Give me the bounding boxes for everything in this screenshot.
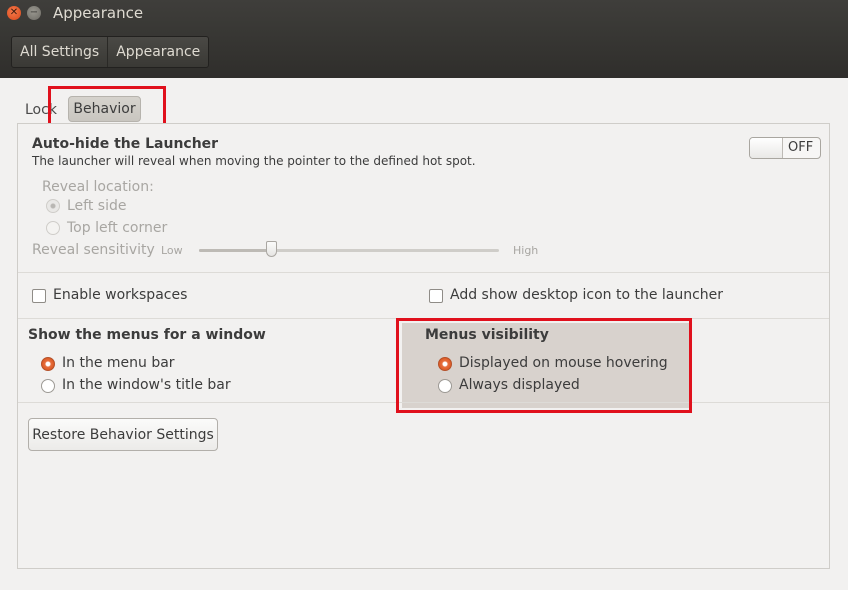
tab-behavior[interactable]: Behavior (68, 96, 141, 122)
autohide-launcher-title: Auto-hide the Launcher (32, 136, 219, 152)
divider (18, 272, 829, 273)
divider (18, 318, 829, 319)
checkbox-show-desktop-icon[interactable] (429, 289, 443, 303)
title-bar: ✕ − Appearance All Settings Appearance (0, 0, 848, 78)
reveal-location-label: Reveal location: (42, 179, 154, 195)
radio-mouse-hovering-label: Displayed on mouse hovering (459, 355, 668, 371)
toggle-knob (750, 138, 783, 158)
menus-visibility-title: Menus visibility (425, 327, 549, 343)
radio-top-left-corner[interactable] (46, 221, 60, 235)
slider-fill (199, 249, 271, 252)
autohide-launcher-description: The launcher will reveal when moving the… (32, 154, 476, 168)
radio-in-menu-bar[interactable] (41, 357, 55, 371)
radio-in-title-bar[interactable] (41, 379, 55, 393)
breadcrumb-all-settings[interactable]: All Settings (12, 37, 107, 67)
show-desktop-icon-label: Add show desktop icon to the launcher (450, 287, 724, 303)
autohide-toggle[interactable]: OFF (749, 137, 821, 159)
reveal-sensitivity-label: Reveal sensitivity (32, 242, 155, 258)
breadcrumb: All Settings Appearance (11, 36, 210, 68)
breadcrumb-appearance[interactable]: Appearance (107, 37, 208, 67)
radio-in-menu-bar-label: In the menu bar (62, 355, 175, 371)
behavior-panel: Auto-hide the Launcher The launcher will… (17, 123, 830, 569)
checkbox-enable-workspaces[interactable] (32, 289, 46, 303)
close-icon[interactable]: ✕ (7, 6, 21, 20)
radio-always-displayed[interactable] (438, 379, 452, 393)
sensitivity-low-label: Low (161, 244, 183, 257)
slider-thumb[interactable] (266, 241, 277, 257)
sensitivity-high-label: High (513, 244, 539, 257)
menus-for-window-title: Show the menus for a window (28, 327, 266, 343)
reveal-sensitivity-slider[interactable] (199, 249, 499, 252)
enable-workspaces-label: Enable workspaces (53, 287, 188, 303)
radio-top-left-corner-label: Top left corner (67, 220, 168, 236)
radio-left-side-label: Left side (67, 198, 127, 214)
tab-lock[interactable]: Lock (25, 102, 57, 118)
divider (18, 402, 829, 403)
radio-mouse-hovering[interactable] (438, 357, 452, 371)
radio-in-title-bar-label: In the window's title bar (62, 377, 231, 393)
radio-left-side[interactable] (46, 199, 60, 213)
minimize-icon[interactable]: − (27, 6, 41, 20)
toggle-state-label: OFF (788, 140, 814, 155)
restore-behavior-settings-button[interactable]: Restore Behavior Settings (28, 418, 218, 451)
radio-always-displayed-label: Always displayed (459, 377, 580, 393)
window-title: Appearance (53, 4, 144, 22)
